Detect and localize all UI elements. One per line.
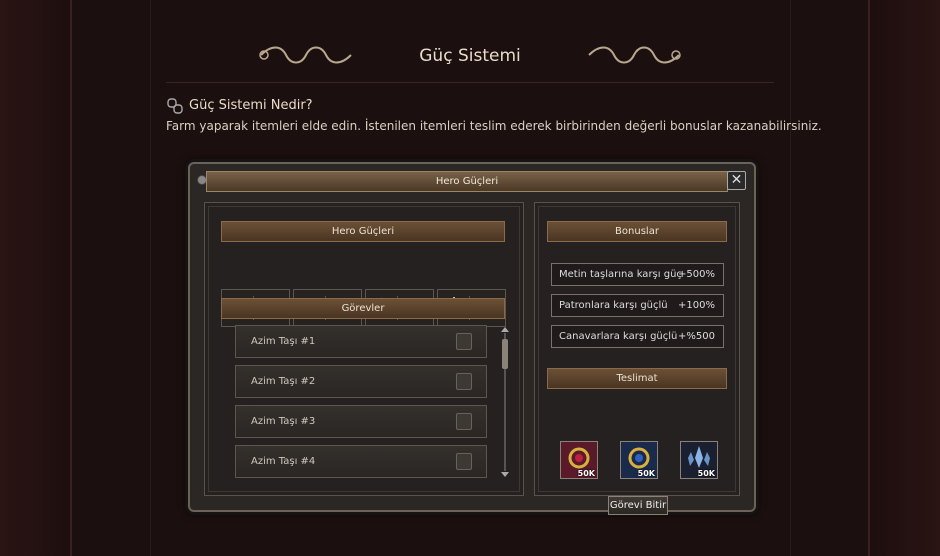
left-border: [0, 0, 72, 556]
mission-label: Azim Taşı #4: [251, 456, 316, 467]
lock-icon: [456, 333, 472, 350]
close-button[interactable]: ✕: [727, 171, 746, 190]
item-count: 50K: [637, 469, 655, 478]
item-count: 50K: [577, 469, 595, 478]
left-panel: Hero Güçleri Azim İrade Karar İnanç Göre…: [204, 202, 524, 496]
delivery-header: Teslimat: [547, 368, 727, 389]
mission-item-1[interactable]: Azim Taşı #1: [235, 325, 487, 358]
finish-task-button[interactable]: Görevi Bitir: [608, 496, 668, 515]
lock-icon: [456, 453, 472, 470]
delivery-item-blue-ring[interactable]: 50K: [620, 441, 658, 479]
bonus-name: Patronlara karşı güçlü: [559, 300, 668, 311]
bonus-name: Metin taşlarına karşı güç: [559, 269, 682, 280]
bonus-value: +100%: [678, 300, 715, 311]
item-count: 50K: [697, 469, 715, 478]
page-title: Güç Sistemi: [419, 46, 521, 66]
bonus-value: +500%: [678, 269, 715, 280]
link-chain-icon: [167, 98, 183, 114]
lock-icon: [456, 413, 472, 430]
inner-divider-left: [150, 0, 151, 556]
mission-label: Azim Taşı #2: [251, 376, 316, 387]
hero-powers-window: Hero Güçleri ✕ Hero Güçleri Azim İrade K…: [188, 162, 756, 515]
bonus-row: Patronlara karşı güçlü +100%: [551, 294, 724, 317]
bonus-row: Metin taşlarına karşı güç +500%: [551, 263, 724, 286]
bonus-row: Canavarlara karşı güçlü +%500: [551, 325, 724, 348]
bonus-value: +%500: [678, 331, 715, 342]
section-title: Güç Sistemi Nedir?: [189, 98, 313, 113]
bonus-header: Bonuslar: [547, 221, 727, 242]
right-border: [868, 0, 940, 556]
right-panel: Bonuslar Metin taşlarına karşı güç +500%…: [534, 202, 740, 515]
missions-header: Görevler: [221, 298, 505, 319]
mission-item-2[interactable]: Azim Taşı #2: [235, 365, 487, 398]
powers-header: Hero Güçleri: [221, 221, 505, 242]
window-title[interactable]: Hero Güçleri: [206, 171, 728, 192]
missions-scrollbar[interactable]: [501, 327, 509, 477]
title-ornament-right-icon: [588, 46, 681, 64]
delivery-item-red-ring[interactable]: 50K: [560, 441, 598, 479]
delivery-item-crystal[interactable]: 50K: [680, 441, 718, 479]
title-divider: [166, 82, 774, 83]
lock-icon: [456, 373, 472, 390]
mission-item-3[interactable]: Azim Taşı #3: [235, 405, 487, 438]
section-description: Farm yaparak itemleri elde edin. İstenil…: [166, 119, 822, 133]
mission-label: Azim Taşı #1: [251, 336, 316, 347]
mission-label: Azim Taşı #3: [251, 416, 316, 427]
inner-divider-right: [790, 0, 791, 556]
bonus-name: Canavarlara karşı güçlü: [559, 331, 678, 342]
mission-item-4[interactable]: Azim Taşı #4: [235, 445, 487, 478]
